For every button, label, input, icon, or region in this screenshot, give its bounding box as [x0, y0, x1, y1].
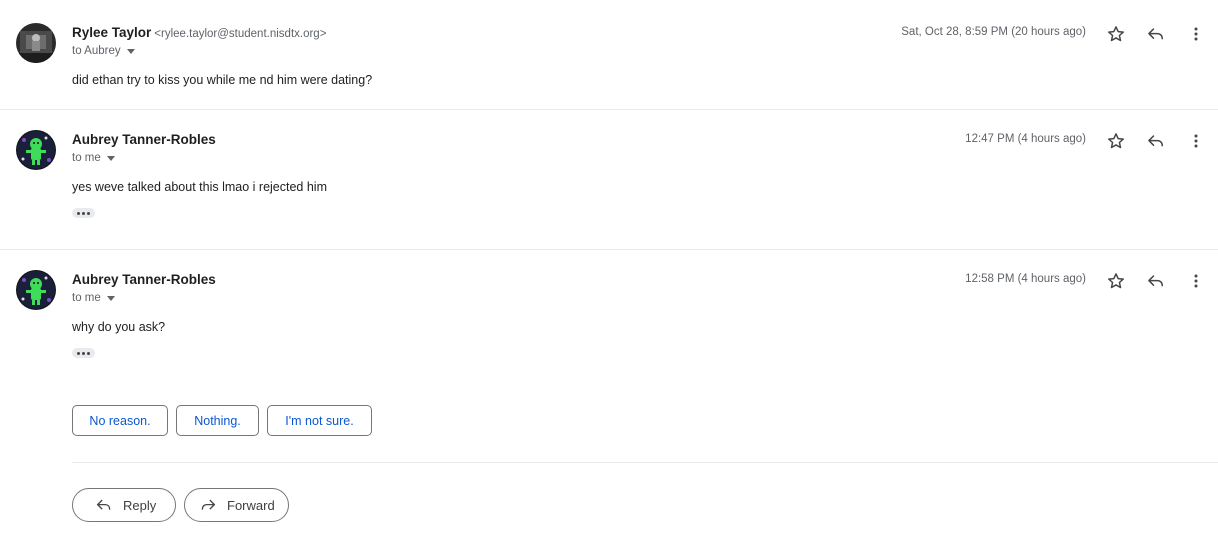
dot-icon	[87, 211, 90, 215]
reply-icon	[1148, 135, 1163, 147]
message-body: did ethan try to kiss you while me nd hi…	[72, 73, 373, 87]
avatar-image	[16, 270, 56, 310]
reply-icon	[1148, 275, 1163, 287]
star-icon	[1108, 26, 1124, 42]
reply-button[interactable]	[1144, 22, 1168, 46]
caret-down-icon	[106, 296, 115, 301]
star-icon	[1108, 133, 1124, 149]
sender-name[interactable]: Aubrey Tanner-Robles	[72, 272, 216, 287]
more-options-button[interactable]	[1184, 129, 1208, 153]
message-body: why do you ask?	[72, 320, 166, 334]
forward-label: Forward	[227, 497, 275, 513]
avatar[interactable]	[16, 130, 56, 170]
recipient-details-toggle[interactable]: to Aubrey	[72, 45, 135, 57]
reply-icon	[96, 499, 111, 510]
reply-action-button[interactable]: Reply	[72, 488, 176, 522]
message-1: Rylee Taylor <rylee.taylor@student.nisdtx…	[0, 0, 1218, 110]
show-trimmed-content-button[interactable]	[72, 208, 95, 218]
message-body: yes weve talked about this lmao i reject…	[72, 180, 327, 194]
avatar[interactable]	[16, 23, 56, 63]
avatar[interactable]	[16, 270, 56, 310]
reply-label: Reply	[123, 497, 157, 513]
show-trimmed-content-button[interactable]	[72, 348, 95, 358]
divider	[72, 462, 1218, 463]
forward-action-button[interactable]: Forward	[184, 488, 289, 522]
dot-icon	[82, 351, 85, 355]
caret-down-icon	[126, 49, 135, 54]
message-2: Aubrey Tanner-Robles to me 12:47 PM (4 h…	[0, 110, 1218, 250]
recipient-label: to me	[72, 292, 101, 304]
smart-reply-no-reason[interactable]: No reason.	[72, 405, 168, 436]
more-vert-icon	[1194, 27, 1198, 41]
star-icon	[1108, 273, 1124, 289]
more-options-button[interactable]	[1184, 22, 1208, 46]
sender-email: <rylee.taylor@student.nisdtx.org>	[154, 28, 327, 40]
smart-reply-not-sure[interactable]: I'm not sure.	[267, 405, 372, 436]
dot-icon	[82, 211, 85, 215]
message-timestamp: Sat, Oct 28, 8:59 PM (20 hours ago)	[901, 26, 1086, 38]
message-timestamp: 12:58 PM (4 hours ago)	[965, 273, 1086, 285]
avatar-photo	[16, 23, 56, 63]
recipient-label: to Aubrey	[72, 45, 121, 57]
reply-button[interactable]	[1144, 129, 1168, 153]
sender-name[interactable]: Rylee Taylor <rylee.taylor@student.nisdtx…	[72, 25, 326, 40]
smart-reply-nothing[interactable]: Nothing.	[176, 405, 259, 436]
more-vert-icon	[1194, 134, 1198, 148]
star-button[interactable]	[1104, 22, 1128, 46]
recipient-label: to me	[72, 152, 101, 164]
dot-icon	[77, 351, 80, 355]
avatar-image	[16, 130, 56, 170]
message-timestamp: 12:47 PM (4 hours ago)	[965, 133, 1086, 145]
recipient-details-toggle[interactable]: to me	[72, 152, 115, 164]
sender-name[interactable]: Aubrey Tanner-Robles	[72, 132, 216, 147]
reply-icon	[1148, 28, 1163, 40]
sender-name-text: Rylee Taylor	[72, 25, 152, 40]
recipient-details-toggle[interactable]: to me	[72, 292, 115, 304]
reply-button[interactable]	[1144, 269, 1168, 293]
dot-icon	[87, 351, 90, 355]
more-vert-icon	[1194, 274, 1198, 288]
more-options-button[interactable]	[1184, 269, 1208, 293]
star-button[interactable]	[1104, 269, 1128, 293]
forward-icon	[201, 499, 216, 510]
message-3: Aubrey Tanner-Robles to me 12:58 PM (4 h…	[0, 250, 1218, 380]
dot-icon	[77, 211, 80, 215]
caret-down-icon	[106, 156, 115, 161]
star-button[interactable]	[1104, 129, 1128, 153]
